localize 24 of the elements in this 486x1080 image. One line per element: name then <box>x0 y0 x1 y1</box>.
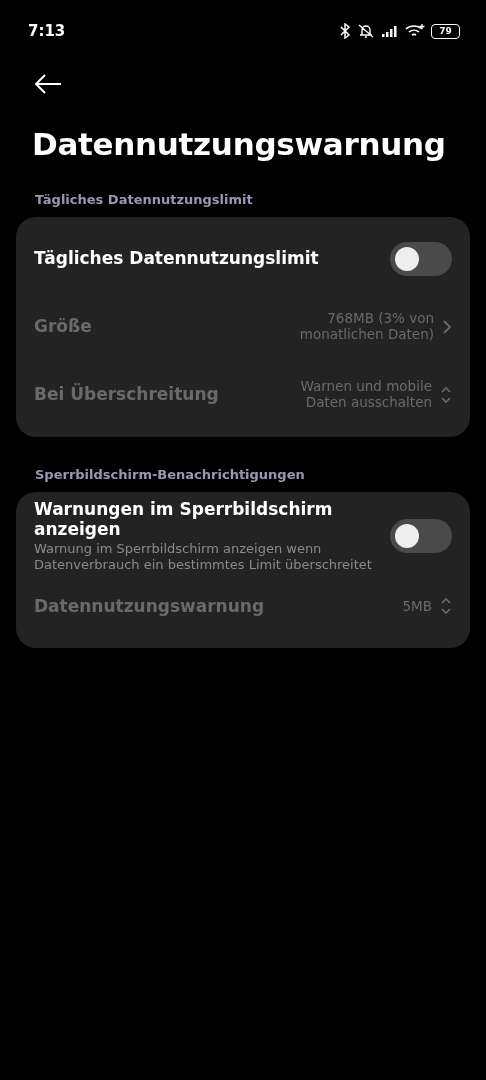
up-down-icon <box>440 385 452 405</box>
page-title: Datennutzungswarnung <box>32 126 447 162</box>
setting-value: Warnen und mobile Daten ausschalten <box>299 379 432 411</box>
bluetooth-icon <box>339 23 351 39</box>
setting-label: Warnungen im Sperrbildschirm anzeigen <box>34 500 334 540</box>
setting-label: Tägliches Datennutzungslimit <box>34 249 320 269</box>
wifi-icon <box>405 23 425 39</box>
toggle-switch[interactable] <box>390 242 452 276</box>
section-header: Sperrbildschirm-Benachrichtigungen <box>35 467 306 482</box>
signal-icon <box>381 24 399 38</box>
setting-label: Bei Überschreitung <box>34 385 220 405</box>
chevron-right-icon <box>442 319 452 335</box>
setting-description: Warnung im Sperrbildschirm anzeigen wenn Datenverbrauch ein bestimmtes Limit überschreitet <box>34 541 373 573</box>
back-arrow-icon <box>34 74 62 94</box>
section-header: Tägliches Datennutzungslimit <box>35 192 254 207</box>
setting-value: 5MB <box>402 598 432 615</box>
setting-label: Datennutzungswarnung <box>34 596 266 617</box>
setting-value: 768MB (3% von monatlichen Daten) <box>298 311 434 343</box>
toggle-switch[interactable] <box>390 519 452 554</box>
up-down-icon <box>440 596 452 617</box>
status-time: 7:13 <box>28 22 66 40</box>
muted-bell-icon <box>357 23 375 39</box>
setting-label: Größe <box>34 317 93 337</box>
battery-indicator: 79 <box>431 23 460 39</box>
